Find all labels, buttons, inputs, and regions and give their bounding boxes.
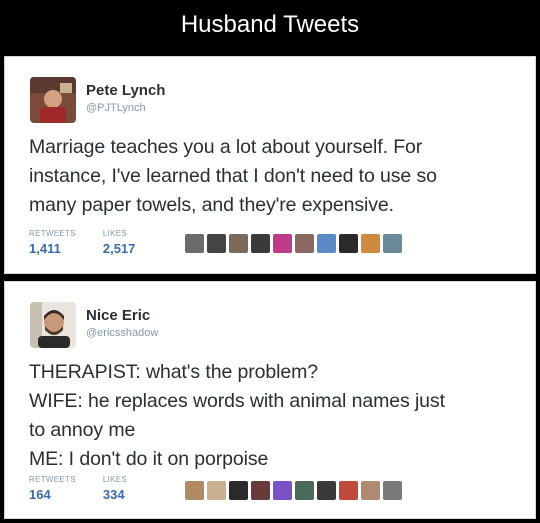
tweet-card: Nice Eric @ericsshadow THERAPIST: what's… [4,281,536,519]
liker-avatar[interactable] [339,234,358,253]
likes-stat[interactable]: LIKES 334 [103,475,127,502]
likes-count: 334 [102,487,125,502]
user-handle[interactable]: @PJTLynch [86,102,146,114]
liker-avatar[interactable] [185,234,204,253]
liker-avatar[interactable] [251,481,270,500]
liker-avatar[interactable] [251,234,270,253]
likes-label: LIKES [102,475,128,484]
liker-avatar[interactable] [295,234,314,253]
page-title: Husband Tweets [180,11,360,38]
retweets-count: 1,411 [29,241,61,256]
retweets-stat[interactable]: RETWEETS 164 [29,475,76,502]
liker-avatar[interactable] [295,481,314,500]
likes-label: LIKES [102,229,128,238]
tweet-text-line: to annoy me [29,419,136,441]
retweets-label: RETWEETS [29,475,76,484]
likes-stat[interactable]: LIKES 2,517 [103,229,136,256]
retweets-label: RETWEETS [29,229,76,238]
tweet-stats: RETWEETS 164 LIKES 334 [29,475,154,502]
avatar[interactable] [30,77,76,123]
likers-avatars [185,481,402,500]
liker-avatar[interactable] [229,234,248,253]
retweets-stat[interactable]: RETWEETS 1,411 [29,229,76,256]
tweet-card: Pete Lynch @PJTLynch Marriage teaches yo… [4,56,536,274]
retweets-count: 164 [29,487,51,502]
liker-avatar[interactable] [361,234,380,253]
liker-avatar[interactable] [361,481,380,500]
tweet-text-line: instance, I've learned that I don't need… [29,165,437,187]
display-name[interactable]: Nice Eric [86,307,150,324]
avatar[interactable] [30,302,76,348]
tweet-stats: RETWEETS 1,411 LIKES 2,517 [29,229,162,256]
likers-avatars [185,234,402,253]
tweet-text-line: ME: I don't do it on porpoise [29,448,269,470]
user-handle[interactable]: @ericsshadow [86,327,158,339]
liker-avatar[interactable] [339,481,358,500]
tweet-text-line: Marriage teaches you a lot about yoursel… [29,136,423,158]
likes-count: 2,517 [102,241,136,256]
tweet-text: Marriage teaches you a lot about yoursel… [29,133,529,220]
liker-avatar[interactable] [185,481,204,500]
liker-avatar[interactable] [383,481,402,500]
liker-avatar[interactable] [383,234,402,253]
liker-avatar[interactable] [317,481,336,500]
liker-avatar[interactable] [207,481,226,500]
tweet-text-line: many paper towels, and they're expensive… [29,194,394,216]
liker-avatar[interactable] [229,481,248,500]
display-name[interactable]: Pete Lynch [86,82,165,99]
liker-avatar[interactable] [273,481,292,500]
tweet-text-line: WIFE: he replaces words with animal name… [29,390,445,412]
tweet-text-line: THERAPIST: what's the problem? [29,361,319,383]
liker-avatar[interactable] [317,234,336,253]
liker-avatar[interactable] [207,234,226,253]
liker-avatar[interactable] [273,234,292,253]
tweet-text: THERAPIST: what's the problem? WIFE: he … [29,358,529,474]
